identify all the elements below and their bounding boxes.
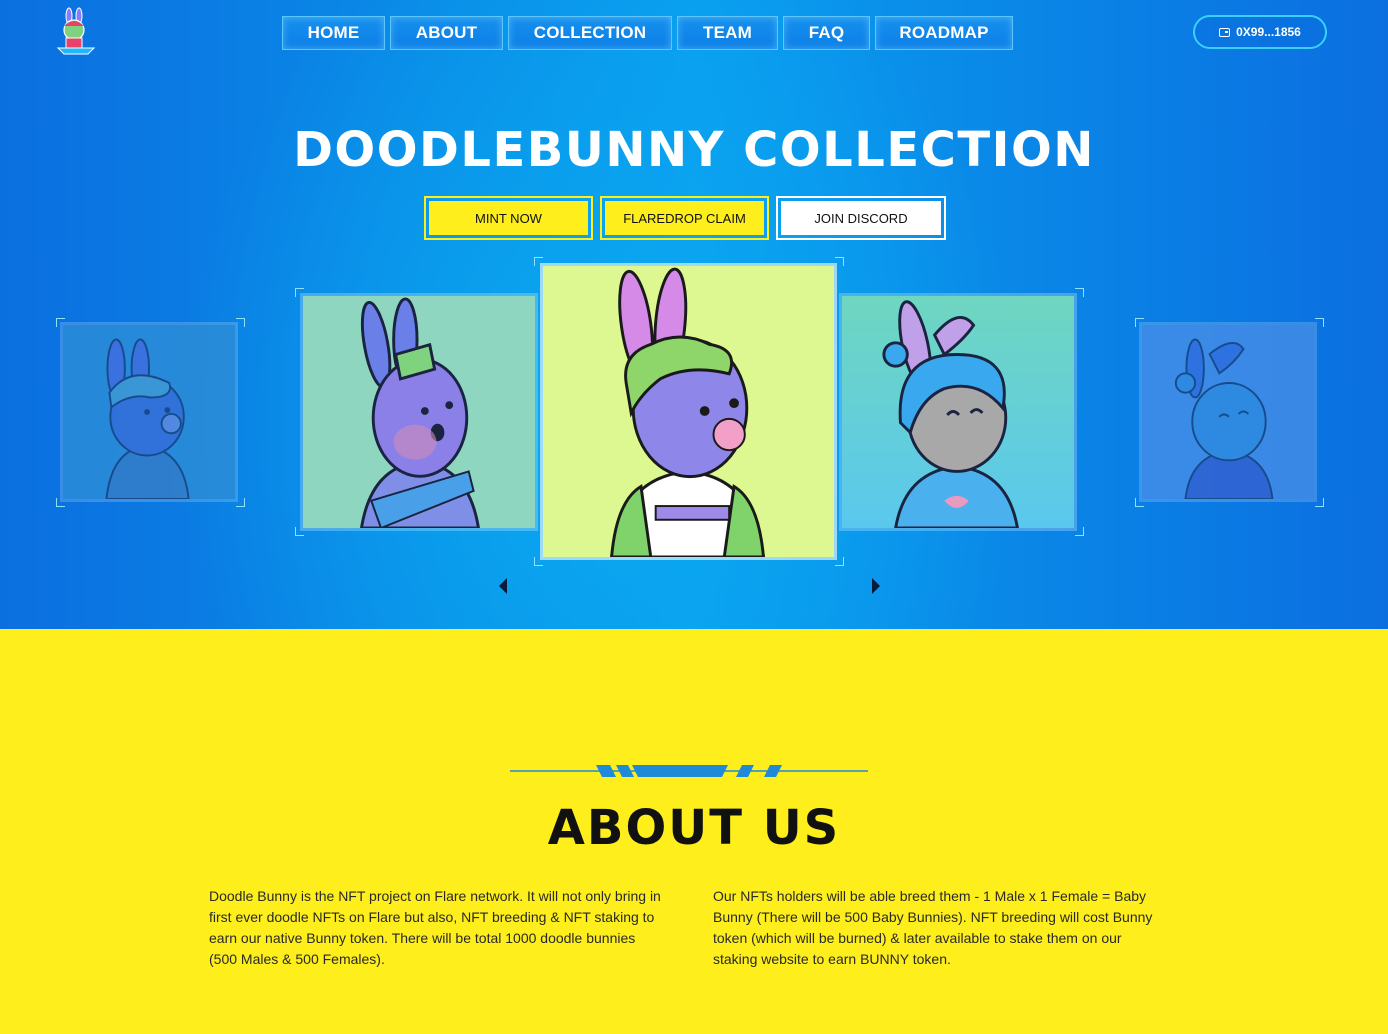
card-corner [835, 257, 844, 266]
card-corner [1075, 527, 1084, 536]
card-corner [1135, 318, 1144, 327]
bunny-bubblegum-image [63, 325, 235, 499]
nav-about[interactable]: ABOUT [390, 16, 503, 50]
carousel-card-center[interactable] [540, 263, 837, 560]
card-corner [1315, 498, 1324, 507]
carousel-next-arrow-icon[interactable] [872, 578, 880, 594]
card-corner [56, 498, 65, 507]
mint-now-button[interactable]: MINT NOW [429, 201, 588, 235]
wallet-button[interactable]: 0X99...1856 [1193, 15, 1327, 49]
card-corner [835, 557, 844, 566]
card-corner [236, 318, 245, 327]
wallet-address: 0X99...1856 [1236, 25, 1301, 39]
hero-title: DOODLEBUNNY COLLECTION [293, 122, 1095, 178]
hero-section: HOME ABOUT COLLECTION TEAM FAQ ROADMAP 0… [0, 0, 1388, 629]
card-corner [295, 527, 304, 536]
bunny-green-mohawk-image [303, 296, 535, 528]
nav-roadmap[interactable]: ROADMAP [875, 16, 1013, 50]
about-left-paragraph: Doodle Bunny is the NFT project on Flare… [209, 888, 661, 967]
bunny-bun-image [1142, 325, 1314, 499]
carousel-card-4[interactable] [839, 293, 1077, 531]
card-corner [1315, 318, 1324, 327]
card-corner [1075, 288, 1084, 297]
carousel-card-1[interactable] [60, 322, 238, 502]
claim-button-frame: FLAREDROP CLAIM [600, 196, 769, 240]
bunny-blue-hair-image [842, 296, 1074, 528]
bunny-bubblegum-center-image [543, 266, 834, 557]
discord-button-frame: JOIN DISCORD [776, 196, 946, 240]
nav-faq[interactable]: FAQ [783, 16, 870, 50]
card-corner [534, 257, 543, 266]
join-discord-button[interactable]: JOIN DISCORD [781, 201, 941, 235]
site-logo[interactable] [52, 6, 100, 56]
wallet-icon [1219, 27, 1231, 37]
card-corner [236, 498, 245, 507]
about-right-paragraph: Our NFTs holders will be able breed them… [713, 888, 1153, 967]
card-corner [295, 288, 304, 297]
mint-button-frame: MINT NOW [424, 196, 593, 240]
carousel-card-2[interactable] [300, 293, 538, 531]
about-title: ABOUT US [547, 800, 841, 856]
carousel-prev-arrow-icon[interactable] [499, 578, 507, 594]
section-divider-decoration [510, 764, 868, 778]
carousel-card-5[interactable] [1139, 322, 1317, 502]
card-corner [534, 557, 543, 566]
card-corner [1135, 498, 1144, 507]
nav-team[interactable]: TEAM [677, 16, 778, 50]
card-corner [56, 318, 65, 327]
nav-home[interactable]: HOME [282, 16, 385, 50]
flaredrop-claim-button[interactable]: FLAREDROP CLAIM [605, 201, 764, 235]
nav-collection[interactable]: COLLECTION [508, 16, 672, 50]
